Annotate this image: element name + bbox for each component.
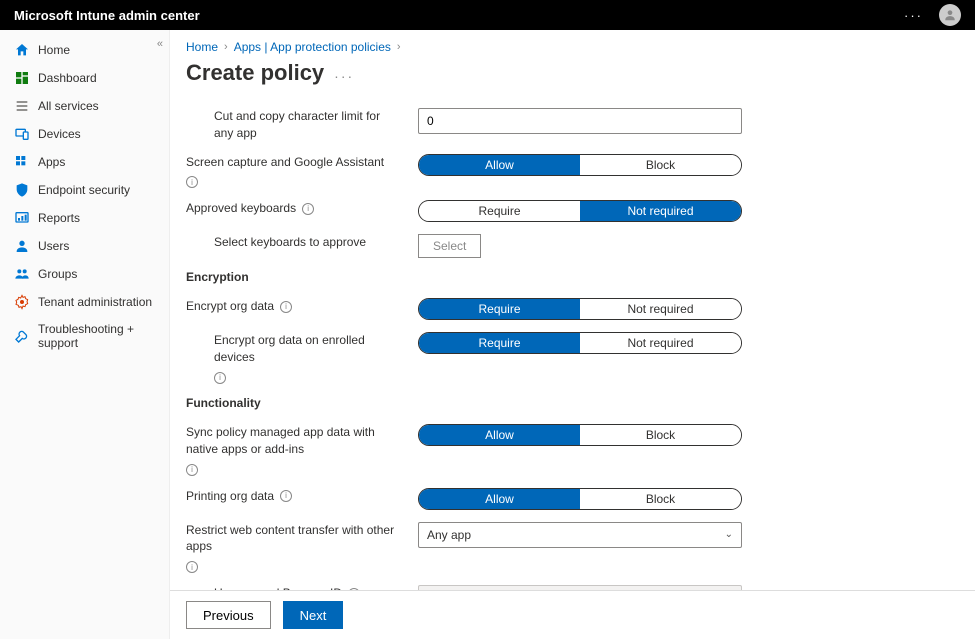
approved-keyboards-toggle[interactable]: Require Not required (418, 200, 742, 222)
form-body: Cut and copy character limit for any app… (170, 90, 975, 590)
label-approved-keyboards: Approved keyboards i (186, 200, 418, 217)
label-select-keyboards: Select keyboards to approve (186, 234, 418, 251)
wizard-footer: Previous Next (170, 590, 975, 639)
sidebar-item-users[interactable]: Users (0, 232, 169, 260)
user-icon (14, 238, 30, 254)
sidebar-label: Users (38, 239, 69, 253)
page-more-icon[interactable]: ··· (334, 62, 354, 84)
restrict-web-select[interactable]: Any app ⌄ (418, 522, 742, 548)
sidebar-item-reports[interactable]: Reports (0, 204, 169, 232)
toggle-allow[interactable]: Allow (419, 155, 580, 175)
topbar-right: ··· (904, 4, 961, 26)
sidebar-label: Dashboard (38, 71, 97, 85)
reports-icon (14, 210, 30, 226)
person-icon (943, 8, 957, 22)
toggle-require[interactable]: Require (419, 299, 580, 319)
toggle-allow[interactable]: Allow (419, 489, 580, 509)
label-restrict-web: Restrict web content transfer with other… (186, 522, 418, 574)
sidebar-label: Tenant administration (38, 295, 152, 309)
sidebar-item-dashboard[interactable]: Dashboard (0, 64, 169, 92)
next-button[interactable]: Next (283, 601, 344, 629)
label-encrypt-org: Encrypt org data i (186, 298, 418, 315)
section-encryption: Encryption (186, 270, 959, 284)
toggle-allow[interactable]: Allow (419, 425, 580, 445)
wrench-icon (14, 328, 30, 344)
toggle-require[interactable]: Require (419, 201, 580, 221)
chevron-right-icon: › (397, 41, 401, 53)
sidebar-label: Devices (38, 127, 81, 141)
chevron-right-icon: › (224, 41, 228, 53)
sidebar-item-endpoint-security[interactable]: Endpoint security (0, 176, 169, 204)
info-icon[interactable]: i (186, 176, 198, 188)
previous-button[interactable]: Previous (186, 601, 271, 629)
gear-icon (14, 294, 30, 310)
screen-capture-toggle[interactable]: Allow Block (418, 154, 742, 176)
select-value: Any app (427, 528, 471, 542)
main: Home › Apps | App protection policies › … (170, 30, 975, 639)
devices-icon (14, 126, 30, 142)
breadcrumb: Home › Apps | App protection policies › (186, 40, 959, 54)
info-icon[interactable]: i (186, 561, 198, 573)
info-icon[interactable]: i (280, 490, 292, 502)
sidebar-label: Groups (38, 267, 77, 281)
shield-icon (14, 182, 30, 198)
label-printing: Printing org data i (186, 488, 418, 505)
more-actions-icon[interactable]: ··· (904, 8, 923, 23)
chevron-down-icon: ⌄ (725, 529, 733, 540)
info-icon[interactable]: i (302, 203, 314, 215)
toggle-block[interactable]: Block (580, 489, 741, 509)
sidebar-item-groups[interactable]: Groups (0, 260, 169, 288)
toggle-block[interactable]: Block (580, 425, 741, 445)
toggle-not-required[interactable]: Not required (580, 201, 741, 221)
label-sync-policy: Sync policy managed app data with native… (186, 424, 418, 476)
sidebar-label: Troubleshooting + support (38, 322, 155, 350)
toggle-block[interactable]: Block (580, 155, 741, 175)
printing-toggle[interactable]: Allow Block (418, 488, 742, 510)
avatar[interactable] (939, 4, 961, 26)
sidebar-label: Endpoint security (38, 183, 130, 197)
label-screen-capture: Screen capture and Google Assistant i (186, 154, 418, 189)
label-cut-copy-limit: Cut and copy character limit for any app (186, 108, 418, 142)
breadcrumb-home[interactable]: Home (186, 40, 218, 54)
groups-icon (14, 266, 30, 282)
sidebar-item-apps[interactable]: Apps (0, 148, 169, 176)
info-icon[interactable]: i (280, 301, 292, 313)
sidebar-item-tenant[interactable]: Tenant administration (0, 288, 169, 316)
grid-icon (14, 154, 30, 170)
sync-policy-toggle[interactable]: Allow Block (418, 424, 742, 446)
label-encrypt-enrolled: Encrypt org data on enrolled devices i (186, 332, 418, 384)
sidebar-label: Reports (38, 211, 80, 225)
content-header: Home › Apps | App protection policies › … (170, 30, 975, 90)
section-functionality: Functionality (186, 396, 959, 410)
home-icon (14, 42, 30, 58)
info-icon[interactable]: i (186, 464, 198, 476)
collapse-sidebar-icon[interactable]: « (157, 38, 163, 50)
info-icon[interactable]: i (214, 372, 226, 384)
topbar: Microsoft Intune admin center ··· (0, 0, 975, 30)
page-title: Create policy (186, 60, 324, 86)
sidebar: « Home Dashboard All services Devices Ap… (0, 30, 170, 639)
cut-copy-limit-input[interactable] (418, 108, 742, 134)
list-icon (14, 98, 30, 114)
app-title: Microsoft Intune admin center (14, 8, 200, 23)
encrypt-org-toggle[interactable]: Require Not required (418, 298, 742, 320)
sidebar-item-devices[interactable]: Devices (0, 120, 169, 148)
sidebar-label: Home (38, 43, 70, 57)
sidebar-label: All services (38, 99, 99, 113)
select-keyboards-button[interactable]: Select (418, 234, 481, 258)
sidebar-item-troubleshooting[interactable]: Troubleshooting + support (0, 316, 169, 356)
sidebar-item-all-services[interactable]: All services (0, 92, 169, 120)
encrypt-enrolled-toggle[interactable]: Require Not required (418, 332, 742, 354)
dashboard-icon (14, 70, 30, 86)
sidebar-label: Apps (38, 155, 65, 169)
sidebar-item-home[interactable]: Home (0, 36, 169, 64)
toggle-not-required[interactable]: Not required (580, 333, 741, 353)
toggle-require[interactable]: Require (419, 333, 580, 353)
breadcrumb-apps[interactable]: Apps | App protection policies (234, 40, 391, 54)
toggle-not-required[interactable]: Not required (580, 299, 741, 319)
